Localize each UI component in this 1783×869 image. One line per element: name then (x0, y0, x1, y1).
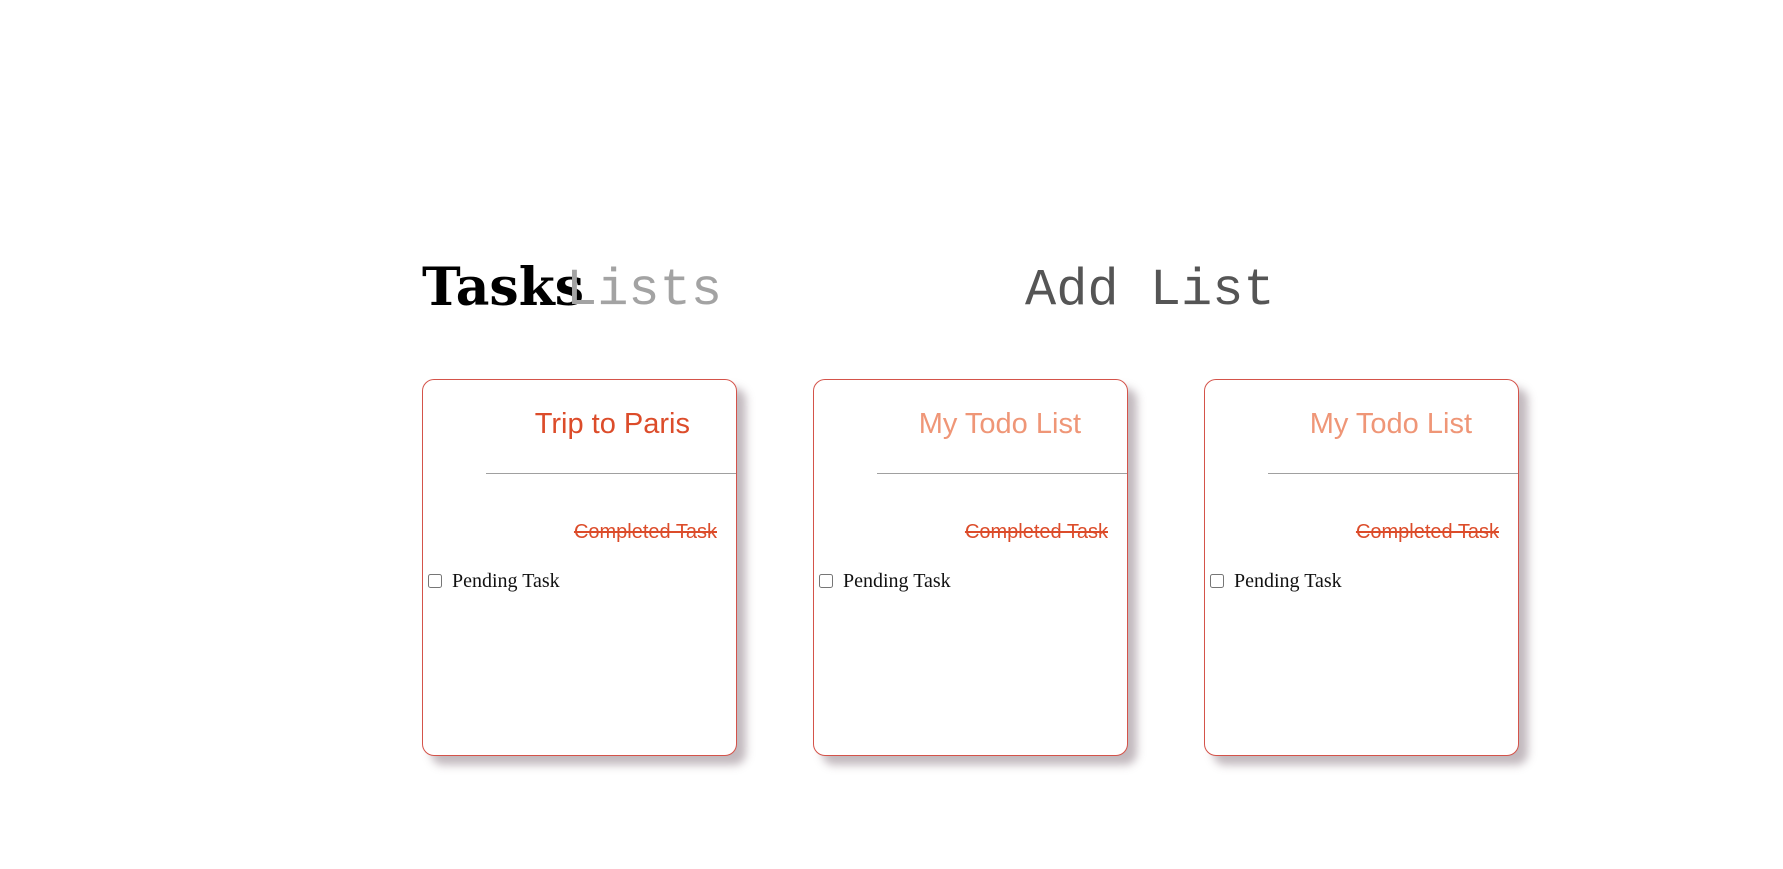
pending-task-label: Pending Task (1234, 570, 1342, 592)
completed-task[interactable]: Completed Task (965, 520, 1108, 544)
pending-task-item[interactable]: Pending Task (819, 569, 951, 593)
completed-task[interactable]: Completed Task (1356, 520, 1499, 544)
list-card[interactable]: My Todo List Completed Task Pending Task (1204, 379, 1519, 756)
app-page: Tasks Lists Add List Trip to Paris Compl… (0, 0, 1783, 869)
pending-task-item[interactable]: Pending Task (1210, 569, 1342, 593)
card-divider (486, 473, 736, 474)
nav-tab-lists[interactable]: Lists (566, 255, 722, 327)
completed-task[interactable]: Completed Task (574, 520, 717, 544)
nav-tab-tasks[interactable]: Tasks (422, 252, 584, 324)
list-card[interactable]: My Todo List Completed Task Pending Task (813, 379, 1128, 756)
list-card-title[interactable]: My Todo List (1310, 405, 1472, 443)
card-divider (877, 473, 1127, 474)
pending-task-label: Pending Task (843, 570, 951, 592)
pending-task-checkbox[interactable] (1210, 574, 1224, 588)
pending-task-checkbox[interactable] (819, 574, 833, 588)
pending-task-label: Pending Task (452, 570, 560, 592)
list-card-title[interactable]: Trip to Paris (535, 405, 690, 443)
card-divider (1268, 473, 1518, 474)
pending-task-item[interactable]: Pending Task (428, 569, 560, 593)
list-card[interactable]: Trip to Paris Completed Task Pending Tas… (422, 379, 737, 756)
add-list-button[interactable]: Add List (1025, 255, 1275, 327)
list-card-title[interactable]: My Todo List (919, 405, 1081, 443)
pending-task-checkbox[interactable] (428, 574, 442, 588)
